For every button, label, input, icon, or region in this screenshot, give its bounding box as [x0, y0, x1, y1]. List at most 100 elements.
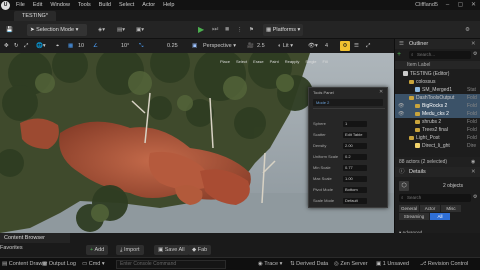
revision-control-button[interactable]: ⎇ Revision Control: [420, 261, 468, 267]
close-icon[interactable]: ✕: [467, 0, 480, 10]
surface-snap-icon[interactable]: ⌖: [56, 41, 59, 51]
content-icon[interactable]: ◈▾: [95, 24, 108, 36]
stop-icon[interactable]: ■: [222, 24, 232, 36]
transform-rotate-icon[interactable]: ↻: [14, 41, 19, 51]
details-tab-streaming[interactable]: Streaming: [399, 213, 429, 220]
tools-row-value[interactable]: 2.00: [343, 143, 367, 149]
fov-value[interactable]: 4: [325, 41, 328, 51]
game-view-icon[interactable]: ⚙: [340, 41, 350, 51]
outliner-row[interactable]: Direct_li_ght Dire: [395, 142, 480, 150]
tools-mode-dropdown[interactable]: Mode 2: [313, 99, 383, 106]
menu-tools[interactable]: Tools: [74, 2, 95, 8]
details-tab-general[interactable]: General: [399, 205, 419, 212]
outliner-row[interactable]: SM_Merged1 Stat: [395, 86, 480, 94]
add-button[interactable]: + Add: [86, 245, 109, 255]
tools-row-value[interactable]: 0.2: [343, 154, 367, 160]
grid-snap-icon[interactable]: ▦: [68, 41, 73, 51]
platforms-button[interactable]: ▦ Platforms ▾: [263, 24, 304, 36]
outliner-column-header[interactable]: Item Label: [395, 61, 480, 69]
menu-window[interactable]: Window: [46, 2, 74, 8]
details-tab-all[interactable]: All: [430, 213, 450, 220]
maximize-icon[interactable]: ▢: [454, 0, 467, 10]
tools-row-value[interactable]: 0.77: [343, 165, 367, 171]
level-tab[interactable]: TESTING*: [14, 11, 56, 21]
camera-speed-value[interactable]: 2.5: [257, 41, 265, 51]
world-space-icon[interactable]: 🌐▾: [36, 41, 46, 51]
menu-file[interactable]: File: [12, 2, 29, 8]
show-flags-icon[interactable]: 👁▾: [308, 41, 318, 51]
menu-actor[interactable]: Actor: [138, 2, 159, 8]
details-settings-icon[interactable]: ⚙: [473, 194, 477, 200]
console-input[interactable]: Enter Console Command: [116, 260, 226, 269]
unsaved-button[interactable]: ▣ 1 Unsaved: [376, 261, 409, 267]
outliner-row[interactable]: 👁 Medu_cks 2 Fold: [395, 110, 480, 118]
output-log-button[interactable]: ▦ Output Log: [42, 261, 76, 267]
cmd-dropdown[interactable]: ▭ Cmd ▾: [82, 261, 105, 267]
derived-data-button[interactable]: ⇅ Derived Data: [290, 261, 328, 267]
visibility-icon[interactable]: 👁: [398, 110, 404, 118]
perspective-dropdown[interactable]: Perspective ▾: [203, 41, 236, 51]
tools-row-value[interactable]: 1.00: [343, 176, 367, 182]
outliner-row[interactable]: TESTING (Editor): [395, 70, 480, 78]
place-tool[interactable]: Place: [220, 59, 230, 67]
tools-row-value[interactable]: 1: [343, 121, 367, 127]
paint-tool[interactable]: Paint: [270, 59, 279, 67]
blueprint-icon[interactable]: ▤▾: [114, 24, 128, 36]
grid-snap-value[interactable]: 10: [78, 41, 84, 51]
camera-icon[interactable]: ▣: [192, 41, 197, 51]
view-options-icon[interactable]: ◉: [471, 157, 475, 167]
minimize-icon[interactable]: –: [441, 0, 454, 10]
scale-snap-icon[interactable]: ⤡: [139, 41, 143, 51]
outliner-close-icon[interactable]: ✕: [471, 39, 476, 49]
menu-build[interactable]: Build: [95, 2, 115, 8]
single-tool[interactable]: Single: [305, 59, 316, 67]
scale-snap-value[interactable]: 0.25: [167, 41, 178, 51]
outliner-row[interactable]: Light_Post Fold: [395, 134, 480, 142]
save-icon[interactable]: 💾: [3, 24, 16, 36]
menu-edit[interactable]: Edit: [29, 2, 46, 8]
play-options-icon[interactable]: ⋮: [234, 24, 246, 36]
outliner-row[interactable]: 👁 BigRocks 2 Fold: [395, 102, 480, 110]
details-tab-misc[interactable]: Misc: [441, 205, 461, 212]
outliner-row[interactable]: colossus: [395, 78, 480, 86]
rotation-snap-icon[interactable]: ∠: [93, 41, 98, 51]
zen-server-button[interactable]: ◎ Zen Server: [334, 261, 368, 267]
outliner-settings-icon[interactable]: ⚙: [473, 51, 477, 57]
trace-button[interactable]: ◉ Trace ▾: [258, 261, 282, 267]
maximize-viewport-icon[interactable]: ⤢: [366, 41, 370, 51]
erase-tool[interactable]: Erase: [253, 59, 263, 67]
launch-icon[interactable]: ⚑: [246, 24, 257, 36]
realtime-icon[interactable]: ☰: [354, 41, 359, 51]
settings-icon[interactable]: ⚙: [462, 24, 473, 36]
fab-button[interactable]: ◆ Fab: [188, 245, 212, 255]
reapply-tool[interactable]: Reapply: [285, 59, 300, 67]
details-search-input[interactable]: ⌕ Search: [399, 194, 471, 202]
step-icon[interactable]: ⏭: [209, 24, 221, 36]
transform-move-icon[interactable]: ✥: [4, 41, 9, 51]
outliner-row[interactable]: DashToolsOutput Fold: [395, 94, 480, 102]
details-tab-actor[interactable]: Actor: [420, 205, 440, 212]
content-drawer-button[interactable]: ▤ Content Drawer: [2, 261, 47, 267]
fill-tool[interactable]: Fill: [323, 59, 328, 67]
outliner-row[interactable]: shrubs 2 Fold: [395, 118, 480, 126]
camera-speed-icon[interactable]: 🎥: [247, 41, 254, 51]
mode-dropdown[interactable]: ➤ Selection Mode ▾: [27, 24, 87, 36]
add-filter-icon[interactable]: +: [397, 51, 407, 59]
details-close-icon[interactable]: ✕: [471, 167, 476, 177]
play-icon[interactable]: ▶: [195, 24, 207, 36]
sequencer-icon[interactable]: ▣▾: [133, 24, 147, 36]
lit-dropdown[interactable]: ◐ Lit ▾: [278, 41, 293, 51]
import-button[interactable]: ⤓ Import: [116, 245, 144, 255]
menu-select[interactable]: Select: [115, 2, 138, 8]
save-all-button[interactable]: ▣ Save All: [154, 245, 189, 255]
content-browser-tab[interactable]: Content Browser: [0, 233, 70, 243]
visibility-icon[interactable]: 👁: [398, 102, 404, 110]
menu-help[interactable]: Help: [159, 2, 178, 8]
tools-row-value[interactable]: Bottom: [343, 187, 367, 193]
tools-row-value[interactable]: Edit Table: [343, 132, 367, 138]
select-tool[interactable]: Select: [236, 59, 247, 67]
rotation-snap-value[interactable]: 10°: [121, 41, 129, 51]
favorites-label[interactable]: Favorites: [0, 245, 23, 251]
outliner-row[interactable]: Trees2 final Fold: [395, 126, 480, 134]
transform-scale-icon[interactable]: ⤢: [24, 41, 28, 51]
